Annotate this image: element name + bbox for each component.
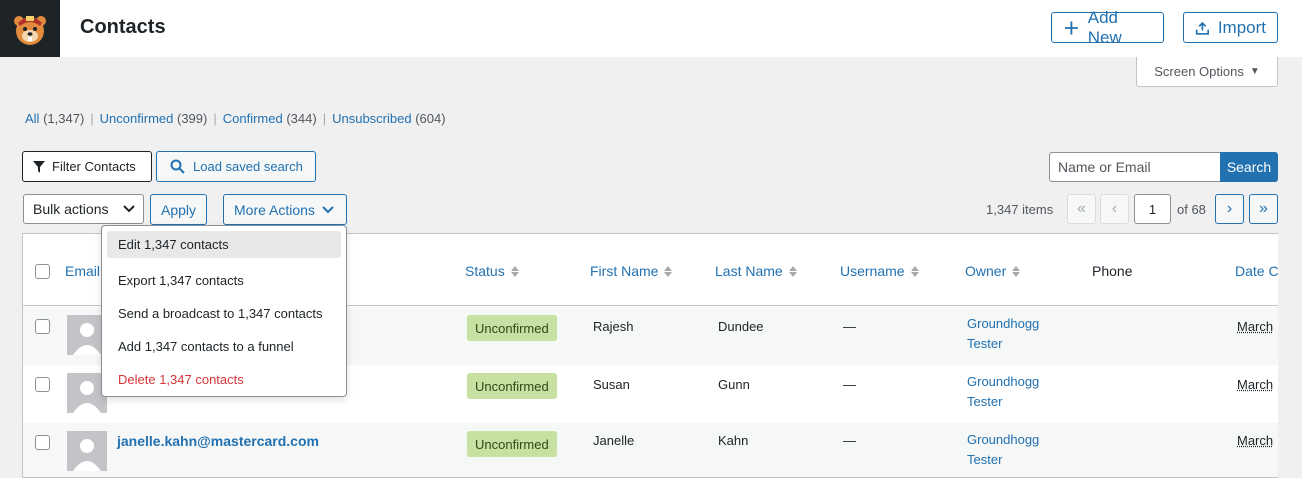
menu-item-export-contacts[interactable]: Export 1,347 contacts (107, 264, 341, 297)
column-email[interactable]: Email (65, 263, 100, 279)
menu-item-send-broadcast[interactable]: Send a broadcast to 1,347 contacts (107, 297, 341, 330)
current-page-input[interactable]: 1 (1134, 194, 1171, 224)
view-confirmed-link[interactable]: Confirmed (223, 111, 283, 126)
row-checkbox[interactable] (35, 435, 50, 450)
more-actions-menu: Edit 1,347 contacts Export 1,347 contact… (101, 225, 347, 397)
next-page-button[interactable]: › (1215, 194, 1244, 224)
column-last-name-label: Last Name (715, 263, 783, 279)
column-first-name[interactable]: First Name (590, 263, 673, 279)
owner-name-line2: Tester (967, 336, 1003, 351)
status-views: All (1,347) | Unconfirmed (399) | Confirmed … (25, 111, 446, 126)
status-badge: Unconfirmed (467, 431, 557, 457)
search-button[interactable]: Search (1220, 152, 1278, 182)
items-count: 1,347 items (986, 202, 1054, 217)
select-all-checkbox[interactable] (35, 264, 50, 279)
groundhogg-logo-icon[interactable] (0, 0, 60, 57)
last-page-button[interactable]: » (1249, 194, 1278, 224)
first-name-cell: Susan (593, 377, 630, 392)
upload-icon (1195, 21, 1209, 35)
view-unconfirmed-link[interactable]: Unconfirmed (100, 111, 174, 126)
column-last-name[interactable]: Last Name (715, 263, 797, 279)
date-created-cell: March (1237, 377, 1274, 392)
total-pages: of 68 (1177, 202, 1206, 217)
owner-link[interactable]: Groundhogg Tester (967, 372, 1039, 412)
bulk-actions-label: Bulk actions (33, 201, 109, 217)
search-icon (170, 159, 185, 174)
status-badge: Unconfirmed (467, 373, 557, 399)
column-date-created[interactable]: Date C (1235, 263, 1278, 279)
view-all-count: (1,347) (43, 111, 85, 126)
owner-name-line1: Groundhogg (967, 374, 1040, 389)
contact-email-link[interactable]: janelle.kahn@mastercard.com (117, 433, 319, 449)
date-created-cell: March (1237, 319, 1274, 334)
column-first-name-label: First Name (590, 263, 659, 279)
column-owner-label: Owner (965, 263, 1007, 279)
view-confirmed-count: (344) (286, 111, 317, 126)
view-all-link[interactable]: All (25, 111, 39, 126)
more-actions-button[interactable]: More Actions (223, 194, 347, 225)
caret-down-icon: ▼ (1249, 66, 1260, 77)
owner-name-line1: Groundhogg (967, 316, 1040, 331)
column-status[interactable]: Status (465, 263, 519, 279)
owner-link[interactable]: Groundhogg Tester (967, 314, 1039, 354)
screen-options-button[interactable]: Screen Options ▼ (1136, 57, 1278, 87)
column-username[interactable]: Username (840, 263, 919, 279)
chevron-down-icon (322, 205, 334, 213)
more-actions-label: More Actions (234, 201, 315, 218)
view-unconfirmed-count: (399) (177, 111, 208, 126)
avatar (67, 431, 107, 471)
bulk-actions-select[interactable]: Bulk actions (23, 194, 144, 224)
username-cell: — (843, 433, 856, 448)
view-unsubscribed-link[interactable]: Unsubscribed (332, 111, 412, 126)
owner-name-line2: Tester (967, 452, 1003, 467)
sort-icon (664, 265, 673, 277)
owner-name-line2: Tester (967, 394, 1003, 409)
menu-item-add-to-funnel[interactable]: Add 1,347 contacts to a funnel (107, 330, 341, 363)
screen-options-label: Screen Options (1154, 64, 1244, 79)
page-title: Contacts (80, 16, 166, 38)
table-row: janelle.kahn@mastercard.com Unconfirmed … (23, 423, 1278, 477)
filter-contacts-button[interactable]: Filter Contacts (22, 151, 152, 182)
sort-icon (788, 265, 797, 277)
add-new-label: Add New (1087, 7, 1122, 47)
owner-name-line1: Groundhogg (967, 432, 1040, 447)
column-owner[interactable]: Owner (965, 263, 1021, 279)
load-saved-search-button[interactable]: Load saved search (156, 151, 316, 182)
last-name-cell: Kahn (718, 433, 749, 448)
plus-icon (1064, 20, 1078, 35)
filter-contacts-label: Filter Contacts (52, 159, 136, 174)
sort-icon (910, 265, 919, 277)
add-new-button[interactable]: Add New (1051, 8, 1164, 47)
date-created-cell: March (1237, 433, 1274, 448)
last-name-cell: Dundee (718, 319, 764, 334)
menu-item-delete-contacts[interactable]: Delete 1,347 contacts (107, 363, 341, 396)
import-label: Import (1217, 17, 1266, 37)
username-cell: — (843, 377, 856, 392)
menu-item-edit-contacts[interactable]: Edit 1,347 contacts (107, 231, 341, 258)
import-button[interactable]: Import (1183, 12, 1278, 43)
first-name-cell: Rajesh (593, 319, 634, 334)
row-checkbox[interactable] (35, 377, 50, 392)
column-status-label: Status (465, 263, 505, 279)
first-name-cell: Janelle (593, 433, 635, 448)
sort-icon (1012, 265, 1021, 277)
search-input[interactable] (1049, 152, 1221, 182)
chevron-down-icon (123, 205, 135, 213)
apply-button[interactable]: Apply (150, 194, 207, 225)
prev-page-button[interactable]: ‹ (1100, 194, 1129, 224)
column-phone: Phone (1092, 263, 1133, 279)
top-bar: Contacts Add New Import (0, 0, 1302, 57)
view-unsubscribed-count: (604) (415, 111, 446, 126)
last-name-cell: Gunn (718, 377, 750, 392)
load-saved-search-label: Load saved search (193, 159, 303, 174)
username-cell: — (843, 319, 856, 334)
sort-icon (510, 265, 519, 277)
filter-icon (33, 160, 45, 173)
row-checkbox[interactable] (35, 319, 50, 334)
owner-link[interactable]: Groundhogg Tester (967, 430, 1039, 470)
column-username-label: Username (840, 263, 905, 279)
first-page-button[interactable]: « (1067, 194, 1096, 224)
status-badge: Unconfirmed (467, 315, 557, 341)
